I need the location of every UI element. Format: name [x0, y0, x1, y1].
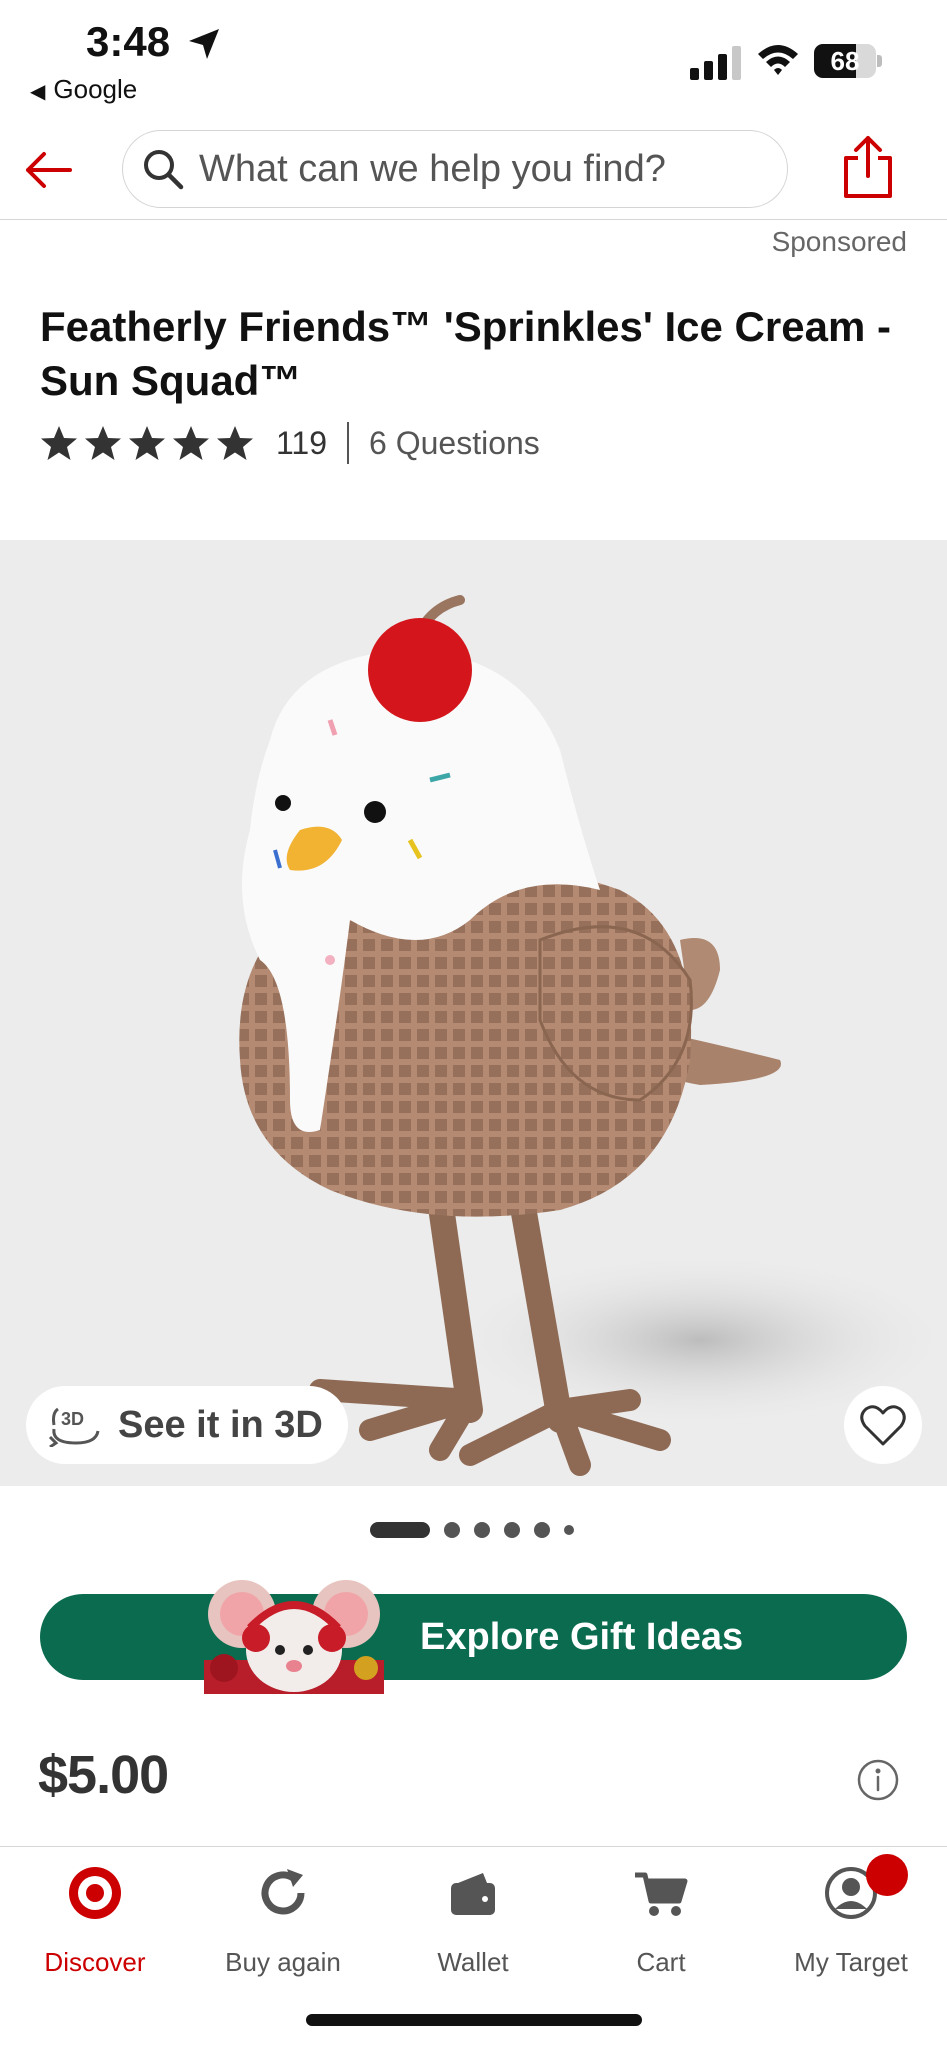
back-app-label: Google	[53, 74, 138, 104]
nav-item-discover[interactable]: Discover	[0, 1847, 190, 1977]
star-rating	[40, 424, 254, 462]
3d-rotate-icon: 3D	[48, 1407, 100, 1447]
rating-divider	[347, 422, 350, 464]
favorite-button[interactable]	[844, 1386, 922, 1464]
home-indicator[interactable]	[306, 2014, 642, 2026]
product-title: Featherly Friends™ 'Sprinkles' Ice Cream…	[40, 303, 891, 404]
nav-item-cart[interactable]: Cart	[566, 1847, 756, 1977]
back-arrow-icon[interactable]	[20, 142, 76, 198]
carousel-dot[interactable]	[564, 1525, 574, 1535]
heart-icon	[860, 1405, 906, 1446]
top-header	[0, 120, 947, 220]
cellular-signal-icon	[690, 46, 741, 80]
star-icon	[173, 426, 209, 460]
nav-label-discover: Discover	[44, 1947, 146, 1977]
carousel-dot[interactable]	[444, 1522, 460, 1538]
star-icon	[41, 426, 77, 460]
target-logo-icon	[69, 1867, 121, 1919]
nav-label-cart: Cart	[636, 1947, 686, 1977]
explore-gift-ideas-button[interactable]: Explore Gift Ideas	[40, 1594, 907, 1680]
back-triangle-icon: ◀	[30, 81, 46, 103]
nav-label-buy-again: Buy again	[225, 1947, 341, 1977]
wallet-icon	[451, 1873, 495, 1915]
info-icon[interactable]	[856, 1758, 900, 1802]
product-image[interactable]: 3D See it in 3D	[0, 540, 947, 1486]
carousel-dots[interactable]	[370, 1520, 574, 1540]
location-arrow-icon	[189, 29, 219, 59]
product-price: $5.00	[38, 1745, 169, 1805]
status-time: 3:48	[86, 18, 171, 65]
nav-label-wallet: Wallet	[437, 1947, 509, 1977]
battery-percent: 68	[830, 46, 860, 76]
carousel-dot[interactable]	[370, 1522, 430, 1538]
review-count[interactable]: 119	[276, 425, 327, 462]
search-bar[interactable]	[122, 130, 788, 208]
notification-badge	[866, 1854, 908, 1896]
questions-link[interactable]: 6 Questions	[369, 425, 540, 462]
refresh-icon	[261, 1869, 305, 1915]
status-bar: 3:48 ◀ Google 68	[0, 0, 947, 120]
nav-label-my-target: My Target	[794, 1947, 908, 1977]
see-in-3d-button[interactable]: 3D See it in 3D	[26, 1386, 348, 1464]
explore-gift-ideas-label: Explore Gift Ideas	[420, 1616, 744, 1658]
nav-item-wallet[interactable]: Wallet	[378, 1847, 568, 1977]
carousel-dot[interactable]	[504, 1522, 520, 1538]
battery-indicator: 68	[814, 44, 882, 78]
sponsored-label: Sponsored	[771, 226, 907, 257]
carousel-dot[interactable]	[474, 1522, 490, 1538]
star-icon	[129, 426, 165, 460]
svg-text:3D: 3D	[61, 1409, 84, 1429]
carousel-dot[interactable]	[534, 1522, 550, 1538]
nav-item-my-target[interactable]: My Target	[756, 1847, 946, 1977]
cart-icon	[635, 1872, 688, 1916]
search-input[interactable]	[199, 131, 769, 207]
nav-item-buy-again[interactable]: Buy again	[188, 1847, 378, 1977]
rating-row[interactable]: 119 6 Questions	[40, 418, 540, 468]
back-to-app-link[interactable]: ◀ Google	[30, 74, 137, 105]
search-icon	[144, 150, 184, 190]
mouse-mascot-icon	[204, 1580, 384, 1694]
star-icon	[85, 426, 121, 460]
star-icon	[217, 426, 253, 460]
see-in-3d-label: See it in 3D	[118, 1403, 323, 1446]
product-photo-bird	[239, 595, 947, 1476]
share-icon[interactable]	[838, 134, 898, 200]
wifi-icon	[758, 45, 798, 75]
